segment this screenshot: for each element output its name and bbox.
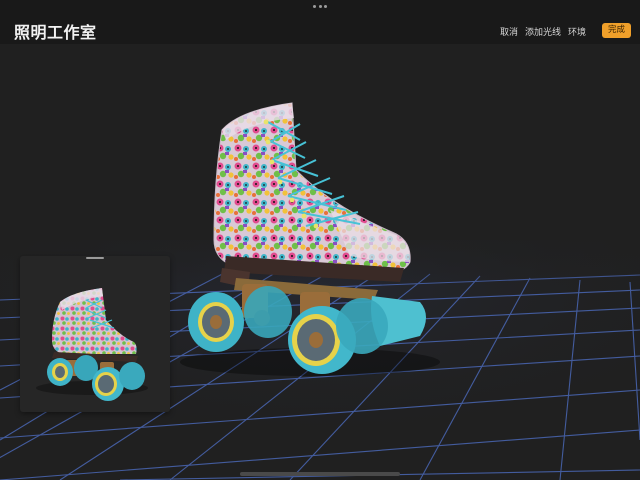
home-indicator[interactable]	[240, 472, 400, 476]
top-bar: 照明工作室 取消 添加光线 环境 完成	[0, 0, 640, 44]
cancel-button[interactable]: 取消	[500, 25, 518, 38]
page-title: 照明工作室	[14, 23, 97, 42]
more-icon[interactable]	[313, 4, 327, 8]
done-button[interactable]: 完成	[602, 23, 631, 38]
environment-button[interactable]: 环境	[568, 25, 586, 38]
add-light-button[interactable]: 添加光线	[525, 25, 561, 38]
preview-thumbnail[interactable]	[20, 256, 170, 412]
thumbnail-drag-handle[interactable]	[86, 257, 104, 259]
